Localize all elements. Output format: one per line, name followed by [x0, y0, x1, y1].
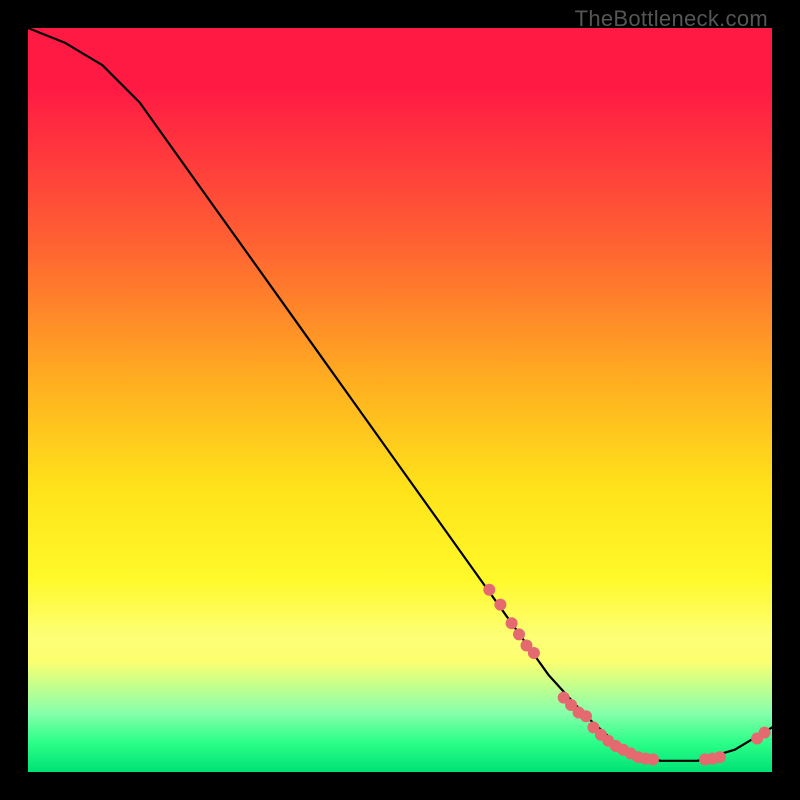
chart-frame: TheBottleneck.com: [0, 0, 800, 800]
data-point: [506, 617, 518, 629]
data-point: [483, 584, 495, 596]
data-point: [513, 628, 525, 640]
data-point: [528, 647, 540, 659]
data-point: [494, 599, 506, 611]
scatter-series: [483, 584, 770, 766]
line-series: [28, 28, 772, 761]
data-point: [580, 710, 592, 722]
data-point: [759, 727, 771, 739]
chart-svg: [28, 28, 772, 772]
plot-area: [28, 28, 772, 772]
data-point: [647, 753, 659, 765]
data-point: [714, 751, 726, 763]
bottleneck-curve: [28, 28, 772, 761]
